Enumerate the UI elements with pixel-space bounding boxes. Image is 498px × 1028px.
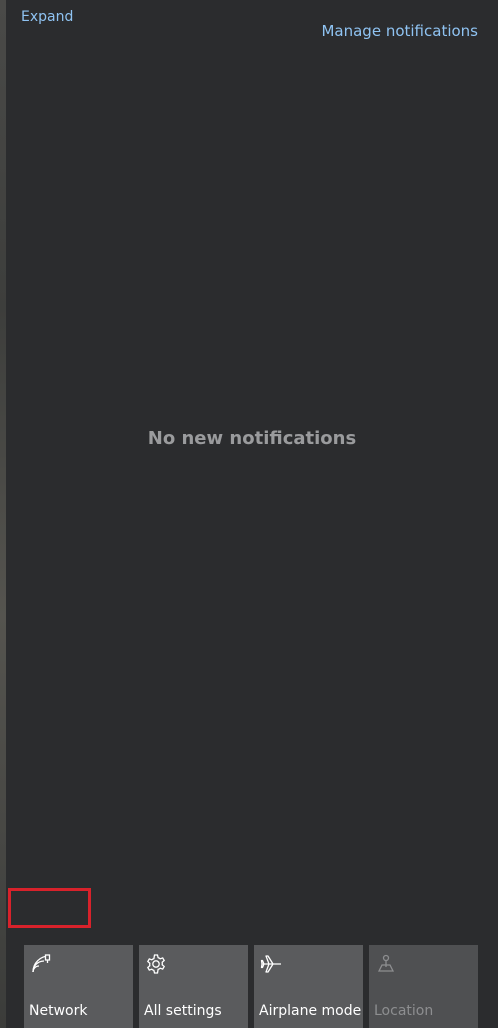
manage-notifications-link[interactable]: Manage notifications bbox=[321, 22, 478, 40]
all-settings-tile-label: All settings bbox=[144, 1003, 222, 1019]
quick-actions: Network All settings Airplane mode Locat… bbox=[24, 945, 484, 1028]
network-tile-label: Network bbox=[29, 1003, 88, 1019]
gear-icon bbox=[145, 953, 167, 975]
airplane-mode-tile[interactable]: Airplane mode bbox=[254, 945, 363, 1028]
expand-highlight-box bbox=[8, 888, 91, 928]
airplane-mode-tile-label: Airplane mode bbox=[259, 1003, 362, 1019]
location-tile-label: Location bbox=[374, 1003, 434, 1019]
no-notifications-message: No new notifications bbox=[147, 428, 357, 449]
location-tile[interactable]: Location bbox=[369, 945, 478, 1028]
airplane-icon bbox=[260, 953, 282, 975]
network-tile[interactable]: Network bbox=[24, 945, 133, 1028]
network-icon bbox=[30, 953, 52, 975]
action-center-panel: Manage notifications No new notification… bbox=[6, 0, 498, 1028]
expand-link[interactable]: Expand bbox=[21, 9, 73, 25]
all-settings-tile[interactable]: All settings bbox=[139, 945, 248, 1028]
location-icon bbox=[375, 953, 397, 975]
